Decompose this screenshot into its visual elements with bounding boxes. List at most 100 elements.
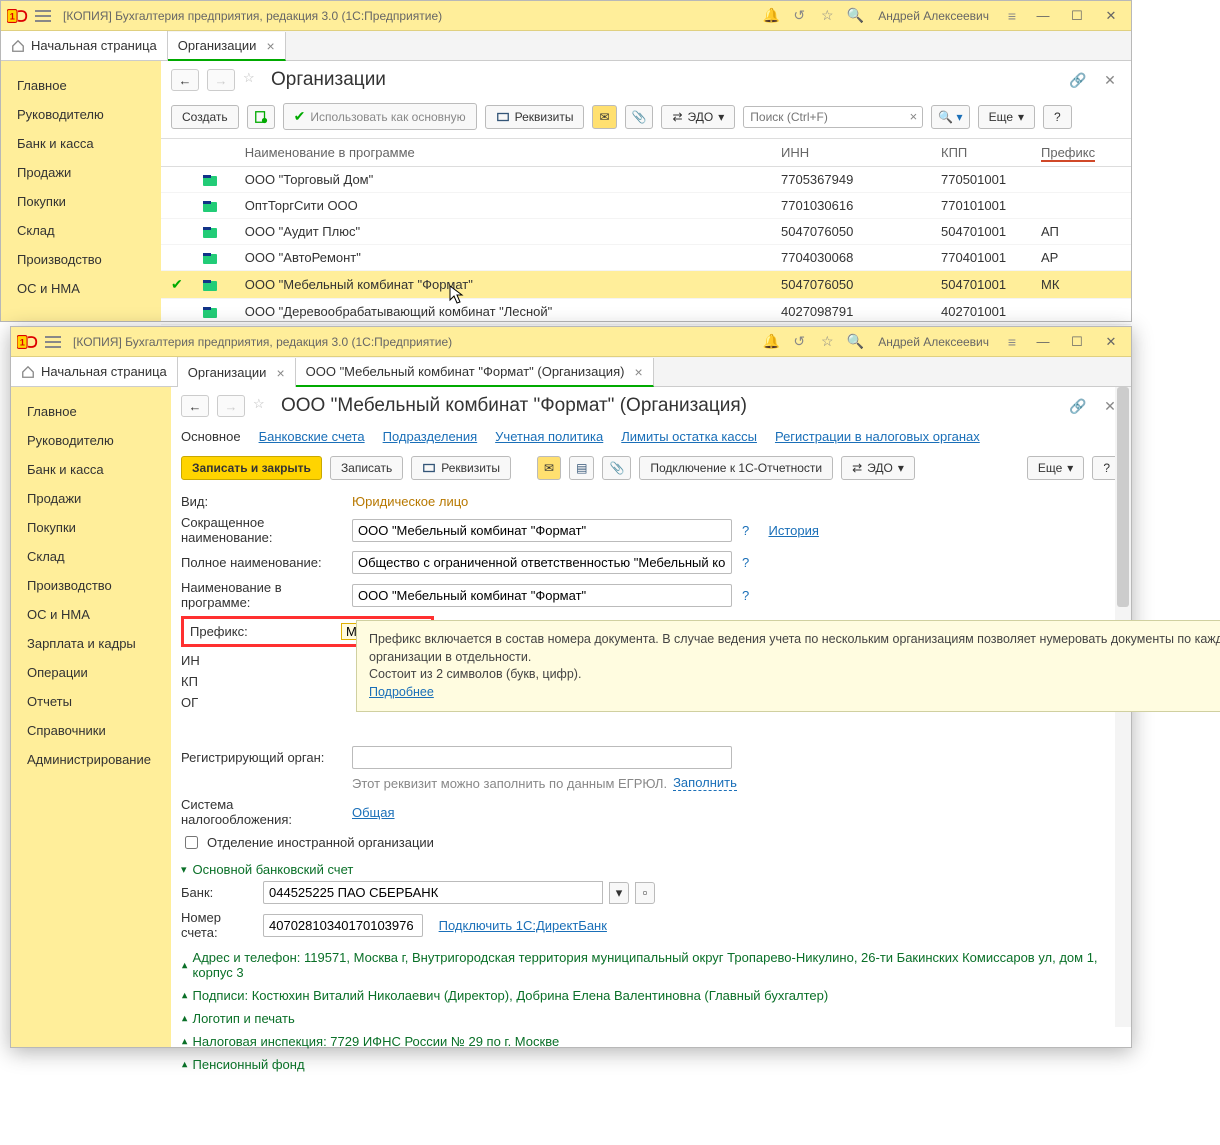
- short-name-input[interactable]: [352, 519, 732, 542]
- bell-icon[interactable]: 🔔: [760, 5, 782, 27]
- maximize-button[interactable]: ☐: [1063, 5, 1091, 27]
- table-row[interactable]: ООО "Торговый Дом"7705367949770501001: [161, 167, 1131, 193]
- minimize-button[interactable]: —: [1029, 5, 1057, 27]
- more-button[interactable]: Еще ▾: [978, 105, 1035, 129]
- help-icon[interactable]: ?: [742, 555, 749, 570]
- sidebar-item[interactable]: Банк и касса: [11, 455, 171, 484]
- section-tax[interactable]: ▸Налоговая инспекция: 7729 ИФНС России №…: [181, 1030, 1121, 1053]
- nav-fwd-button[interactable]: →: [207, 69, 235, 91]
- refresh-button[interactable]: [247, 105, 275, 129]
- create-button[interactable]: Создать: [171, 105, 239, 129]
- search-icon[interactable]: 🔍: [844, 331, 866, 353]
- col-name[interactable]: Наименование в программе: [235, 139, 771, 167]
- nav-back-button[interactable]: ←: [171, 69, 199, 91]
- doc-button[interactable]: ▤: [569, 456, 594, 480]
- user-name[interactable]: Андрей Алексеевич: [878, 9, 989, 23]
- close-button[interactable]: ✕: [1097, 5, 1125, 27]
- sidebar-item[interactable]: Справочники: [11, 716, 171, 745]
- sidebar-item[interactable]: Производство: [1, 245, 161, 274]
- table-row[interactable]: ООО "Деревообрабатывающий комбинат "Лесн…: [161, 299, 1131, 325]
- section-sign[interactable]: ▸Подписи: Костюхин Виталий Николаевич (Д…: [181, 984, 1121, 1007]
- directbank-link[interactable]: Подключить 1С:ДиректБанк: [439, 918, 607, 933]
- subtab-depts[interactable]: Подразделения: [383, 429, 478, 444]
- sidebar-item[interactable]: Операции: [11, 658, 171, 687]
- foreign-checkbox[interactable]: [185, 836, 198, 849]
- attach-button[interactable]: 📎: [602, 456, 631, 480]
- subtab-reg[interactable]: Регистрации в налоговых органах: [775, 429, 980, 444]
- user-name[interactable]: Андрей Алексеевич: [878, 335, 989, 349]
- subtab-policy[interactable]: Учетная политика: [495, 429, 603, 444]
- table-row[interactable]: ОптТоргСити ООО7701030616770101001: [161, 193, 1131, 219]
- tax-sys-link[interactable]: Общая: [352, 805, 395, 820]
- help-button[interactable]: ?: [1043, 105, 1072, 129]
- close-button[interactable]: ✕: [1097, 331, 1125, 353]
- history-link[interactable]: История: [768, 523, 818, 538]
- sidebar-item[interactable]: Покупки: [11, 513, 171, 542]
- save-close-button[interactable]: Записать и закрыть: [181, 456, 322, 480]
- subtab-main[interactable]: Основное: [181, 429, 241, 444]
- connect-button[interactable]: Подключение к 1С-Отчетности: [639, 456, 833, 480]
- prog-name-input[interactable]: [352, 584, 732, 607]
- use-main-button[interactable]: ✔Использовать как основную: [283, 103, 477, 130]
- edo-button[interactable]: ⇄ ЭДО ▾: [661, 105, 735, 129]
- more-button[interactable]: Еще ▾: [1027, 456, 1084, 480]
- table-row[interactable]: ООО "Аудит Плюс"5047076050504701001АП: [161, 219, 1131, 245]
- home-tab[interactable]: Начальная страница: [1, 31, 168, 60]
- table-row[interactable]: ООО "АвтоРемонт"7704030068770401001АР: [161, 245, 1131, 271]
- tab-close-icon[interactable]: ×: [266, 38, 274, 54]
- tab-organizations[interactable]: Организации×: [168, 32, 286, 61]
- sidebar-item[interactable]: Главное: [11, 397, 171, 426]
- favorite-icon[interactable]: ☆: [243, 70, 263, 90]
- history-icon[interactable]: ↺: [788, 5, 810, 27]
- sidebar-item[interactable]: Администрирование: [11, 745, 171, 774]
- search-clear-icon[interactable]: ×: [910, 109, 918, 124]
- settings-icon[interactable]: ≡: [1001, 5, 1023, 27]
- tab-close-icon[interactable]: ×: [276, 365, 284, 381]
- section-pension[interactable]: ▸Пенсионный фонд: [181, 1053, 1121, 1076]
- sidebar-item[interactable]: Банк и касса: [1, 129, 161, 158]
- close-page-icon[interactable]: ✕: [1099, 69, 1121, 91]
- history-icon[interactable]: ↺: [788, 331, 810, 353]
- tab-organizations[interactable]: Организации×: [178, 358, 296, 387]
- menu-icon[interactable]: [35, 10, 51, 22]
- sidebar-item[interactable]: Руководителю: [11, 426, 171, 455]
- edo-button[interactable]: ⇄ ЭДО ▾: [841, 456, 915, 480]
- help-icon[interactable]: ?: [742, 588, 749, 603]
- home-tab[interactable]: Начальная страница: [11, 357, 178, 386]
- settings-icon[interactable]: ≡: [1001, 331, 1023, 353]
- sidebar-item[interactable]: Покупки: [1, 187, 161, 216]
- maximize-button[interactable]: ☐: [1063, 331, 1091, 353]
- sidebar-item[interactable]: ОС и НМА: [11, 600, 171, 629]
- favorite-icon[interactable]: ☆: [253, 396, 273, 416]
- fill-link[interactable]: Заполнить: [673, 775, 737, 791]
- sidebar-item[interactable]: ОС и НМА: [1, 274, 161, 303]
- search-icon[interactable]: 🔍: [844, 5, 866, 27]
- tab-close-icon[interactable]: ×: [634, 364, 642, 380]
- save-button[interactable]: Записать: [330, 456, 403, 480]
- bell-icon[interactable]: 🔔: [760, 331, 782, 353]
- search-run-button[interactable]: 🔍 ▾: [931, 105, 969, 129]
- bank-open-icon[interactable]: ▫: [635, 882, 655, 904]
- minimize-button[interactable]: —: [1029, 331, 1057, 353]
- subtab-bank[interactable]: Банковские счета: [259, 429, 365, 444]
- sidebar-item[interactable]: Руководителю: [1, 100, 161, 129]
- sidebar-item[interactable]: Производство: [11, 571, 171, 600]
- mail-button[interactable]: ✉: [592, 105, 616, 129]
- nav-back-button[interactable]: ←: [181, 395, 209, 417]
- sidebar-item[interactable]: Склад: [11, 542, 171, 571]
- tab-org-format[interactable]: ООО "Мебельный комбинат "Формат" (Органи…: [296, 358, 654, 387]
- star-icon[interactable]: ☆: [816, 5, 838, 27]
- attach-button[interactable]: 📎: [625, 105, 654, 129]
- sidebar-item[interactable]: Продажи: [1, 158, 161, 187]
- nav-fwd-button[interactable]: →: [217, 395, 245, 417]
- section-bank[interactable]: ▾Основной банковский счет: [181, 858, 1121, 881]
- col-prefix[interactable]: Префикс: [1031, 139, 1131, 167]
- sidebar-item[interactable]: Продажи: [11, 484, 171, 513]
- bank-input[interactable]: [263, 881, 603, 904]
- regorg-input[interactable]: [352, 746, 732, 769]
- menu-icon[interactable]: [45, 336, 61, 348]
- acct-input[interactable]: [263, 914, 423, 937]
- requisites-button[interactable]: Реквизиты: [411, 456, 511, 480]
- sidebar-item[interactable]: Зарплата и кадры: [11, 629, 171, 658]
- col-kpp[interactable]: КПП: [931, 139, 1031, 167]
